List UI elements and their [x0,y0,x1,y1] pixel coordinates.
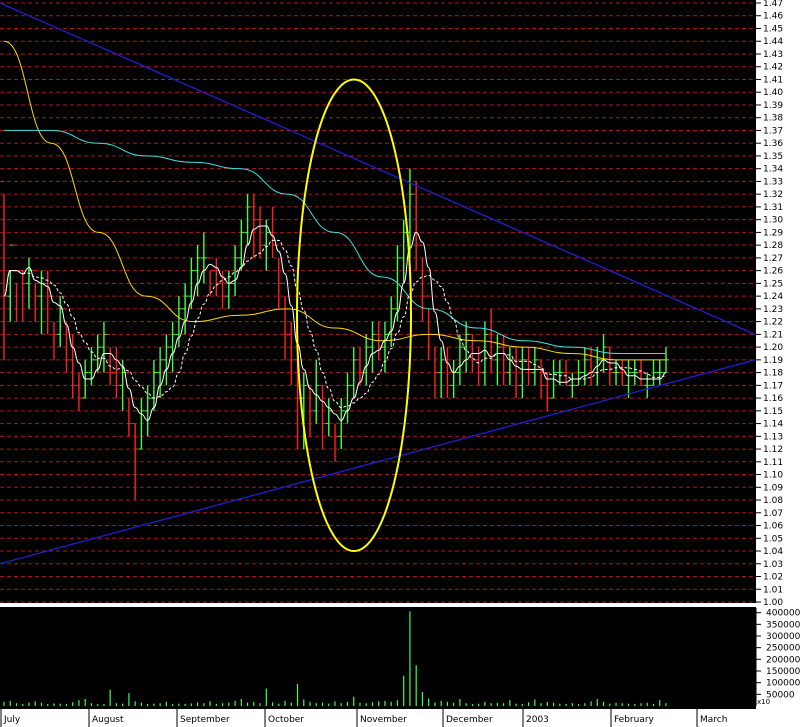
x-axis-label: August [92,715,124,725]
chart-background [0,0,807,727]
volume-tick-label: 350000 [766,620,801,630]
price-tick-label: 1.45 [763,24,783,34]
volume-tick-label: 50000 [766,690,795,700]
price-tick-label: 1.06 [763,522,783,532]
price-tick-label: 1.00 [763,598,783,608]
price-tick-label: 1.44 [763,37,783,47]
price-tick-label: 1.28 [763,241,783,251]
price-tick-label: 1.46 [763,12,783,22]
volume-tick-label: 300000 [766,632,801,642]
price-panel [0,0,807,727]
price-tick-label: 1.04 [763,547,783,557]
price-tick-label: 1.20 [763,343,783,353]
price-tick-label: 1.30 [763,216,783,226]
price-tick-label: 1.05 [763,534,783,544]
x-axis-label: October [268,715,304,725]
price-tick-label: 1.02 [763,573,783,583]
price-tick-label: 1.12 [763,445,783,455]
volume-tick-label: 150000 [766,667,801,677]
x-axis: July August September October November Decemb… [0,709,807,727]
price-tick-label: 1.21 [763,330,783,340]
x-axis-label: February [614,715,655,725]
volume-tick-label: 250000 [766,644,801,654]
price-tick-label: 1.25 [763,279,783,289]
x-axis-label: September [180,715,230,725]
price-tick-label: 1.37 [763,126,783,136]
price-tick-label: 1.41 [763,75,783,85]
x-axis-label: March [700,715,727,725]
price-tick-label: 1.24 [763,292,783,302]
price-tick-label: 1.27 [763,254,783,264]
price-tick-label: 1.38 [763,114,783,124]
x-axis-label: July [3,715,21,725]
price-tick-label: 1.36 [763,139,783,149]
price-tick-label: 1.26 [763,267,783,277]
price-tick-label: 1.39 [763,101,783,111]
panel-separator [0,603,807,607]
price-tick-label: 1.47 [763,0,783,9]
price-tick-label: 1.14 [763,420,783,430]
price-tick-label: 1.17 [763,381,783,391]
price-tick-label: 1.34 [763,165,783,175]
price-tick-label: 1.18 [763,369,783,379]
price-tick-label: 1.40 [763,88,783,98]
price-tick-label: 1.23 [763,305,783,315]
price-tick-label: 1.11 [763,458,783,468]
price-tick-label: 1.29 [763,228,783,238]
price-tick-label: 1.31 [763,203,783,213]
volume-multiplier-label: x10 [757,698,770,706]
price-tick-label: 1.33 [763,177,783,187]
price-tick-label: 1.03 [763,560,783,570]
volume-tick-label: 100000 [766,679,801,689]
x-axis-label: December [446,715,493,725]
price-tick-label: 1.42 [763,63,783,73]
x-axis-label: November [360,715,407,725]
price-tick-label: 1.32 [763,190,783,200]
price-tick-label: 1.35 [763,152,783,162]
price-tick-label: 1.01 [763,585,783,595]
price-tick-label: 1.43 [763,50,783,60]
price-tick-label: 1.10 [763,471,783,481]
price-tick-label: 1.19 [763,356,783,366]
stock-chart: 1.00 1.01 1.02 1.03 1.04 1.05 1.06 1.07 1.08 1.09… [0,0,807,727]
price-tick-label: 1.07 [763,509,783,519]
price-tick-label: 1.08 [763,496,783,506]
volume-tick-label: 200000 [766,655,801,665]
price-tick-label: 1.13 [763,432,783,442]
volume-tick-label: 400000 [766,609,801,619]
price-tick-label: 1.09 [763,483,783,493]
price-tick-label: 1.15 [763,407,783,417]
x-axis-label: 2003 [526,715,549,725]
price-tick-label: 1.22 [763,318,783,328]
price-tick-label: 1.16 [763,394,783,404]
